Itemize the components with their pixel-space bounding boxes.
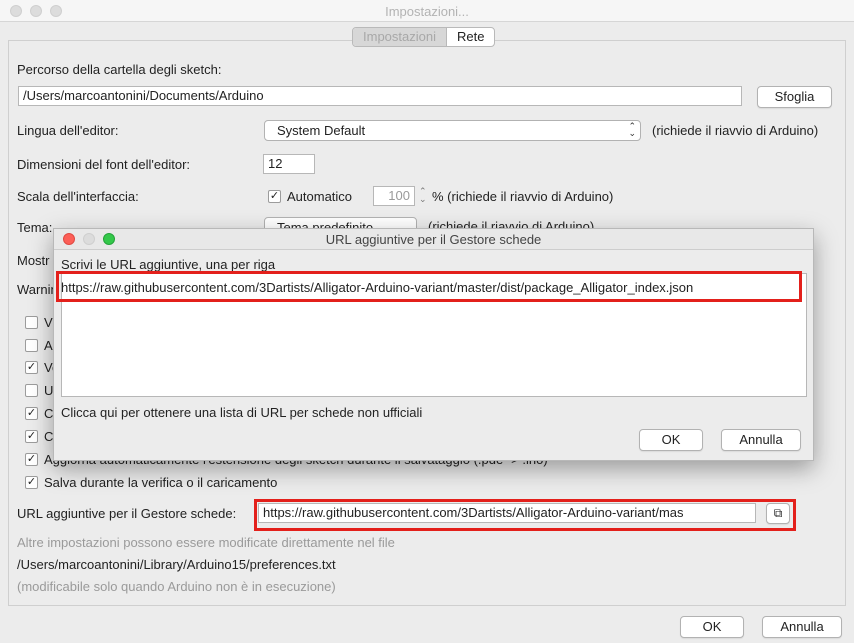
dialog-title: URL aggiuntive per il Gestore schede <box>325 232 542 247</box>
option-checkbox-1[interactable] <box>25 316 38 329</box>
scale-auto-checkbox[interactable]: ✓ <box>268 190 281 203</box>
dialog-titlebar: URL aggiuntive per il Gestore schede <box>54 229 813 250</box>
save-on-verify-label: Salva durante la verifica o il caricamen… <box>44 475 278 490</box>
prefs-file-path: /Users/marcoantonini/Library/Arduino15/p… <box>17 557 336 572</box>
window-title: Impostazioni... <box>385 4 469 19</box>
show-verbose-label: Mostr <box>17 253 50 268</box>
boards-url-field[interactable]: https://raw.githubusercontent.com/3Darti… <box>258 503 756 523</box>
option-checkbox-3[interactable]: ✓ <box>25 361 38 374</box>
font-size-field[interactable]: 12 <box>263 154 315 174</box>
language-select[interactable]: System Default ⌃ ⌄ <box>264 120 641 141</box>
boards-url-dialog: URL aggiuntive per il Gestore schede Scr… <box>53 228 814 461</box>
dialog-cancel-button[interactable]: Annulla <box>721 429 801 451</box>
warnings-label: Warnin <box>17 282 58 297</box>
sketchbook-path-field[interactable]: /Users/marcoantonini/Documents/Arduino <box>18 86 742 106</box>
save-on-verify-checkbox[interactable]: ✓ <box>25 476 38 489</box>
language-note: (richiede il riavvio di Arduino) <box>652 123 819 138</box>
dialog-url-line[interactable]: https://raw.githubusercontent.com/3Darti… <box>61 280 693 295</box>
prefs-edit-note: (modificabile solo quando Arduino non è … <box>17 579 336 594</box>
boards-url-label: URL aggiuntive per il Gestore schede: <box>17 506 237 521</box>
option-label-6: C <box>44 429 54 444</box>
scale-note: % (richiede il riavvio di Arduino) <box>432 189 614 204</box>
chevron-updown-icon: ⌃ ⌄ <box>628 121 636 138</box>
option-label-2: A <box>44 338 53 353</box>
option-checkbox-4[interactable] <box>25 384 38 397</box>
sketchbook-label: Percorso della cartella degli sketch: <box>17 62 222 77</box>
unofficial-boards-link[interactable]: Clicca qui per ottenere una lista di URL… <box>61 405 422 420</box>
scale-value-field[interactable]: 100 <box>373 186 415 206</box>
scale-auto-label: Automatico <box>287 189 353 204</box>
settings-tabs: Impostazioni Rete <box>352 27 496 47</box>
font-size-label: Dimensioni del font dell'editor: <box>17 157 191 172</box>
language-select-value: System Default <box>277 123 366 138</box>
autoformat-extension-checkbox[interactable]: ✓ <box>25 453 38 466</box>
ok-button[interactable]: OK <box>680 616 744 638</box>
more-prefs-note: Altre impostazioni possono essere modifi… <box>17 535 395 550</box>
browse-button[interactable]: Sfoglia <box>757 86 832 108</box>
scale-label: Scala dell'interfaccia: <box>17 189 139 204</box>
option-label-5: C <box>44 406 54 421</box>
theme-label: Tema: <box>17 220 53 235</box>
cancel-button[interactable]: Annulla <box>762 616 842 638</box>
window-titlebar: Impostazioni... <box>0 0 854 22</box>
tab-impostazioni[interactable]: Impostazioni <box>353 28 447 46</box>
option-label-4: U <box>44 383 54 398</box>
dialog-ok-button[interactable]: OK <box>639 429 703 451</box>
option-checkbox-5[interactable]: ✓ <box>25 407 38 420</box>
language-label: Lingua dell'editor: <box>17 123 119 138</box>
tab-rete[interactable]: Rete <box>447 28 494 46</box>
option-checkbox-2[interactable] <box>25 339 38 352</box>
scale-stepper-icon[interactable]: ⌃ ⌄ <box>419 187 427 204</box>
edit-urls-window-icon[interactable]: ⧉ <box>766 503 790 524</box>
option-checkbox-6[interactable]: ✓ <box>25 430 38 443</box>
dialog-instruction: Scrivi le URL aggiuntive, una per riga <box>61 257 276 272</box>
